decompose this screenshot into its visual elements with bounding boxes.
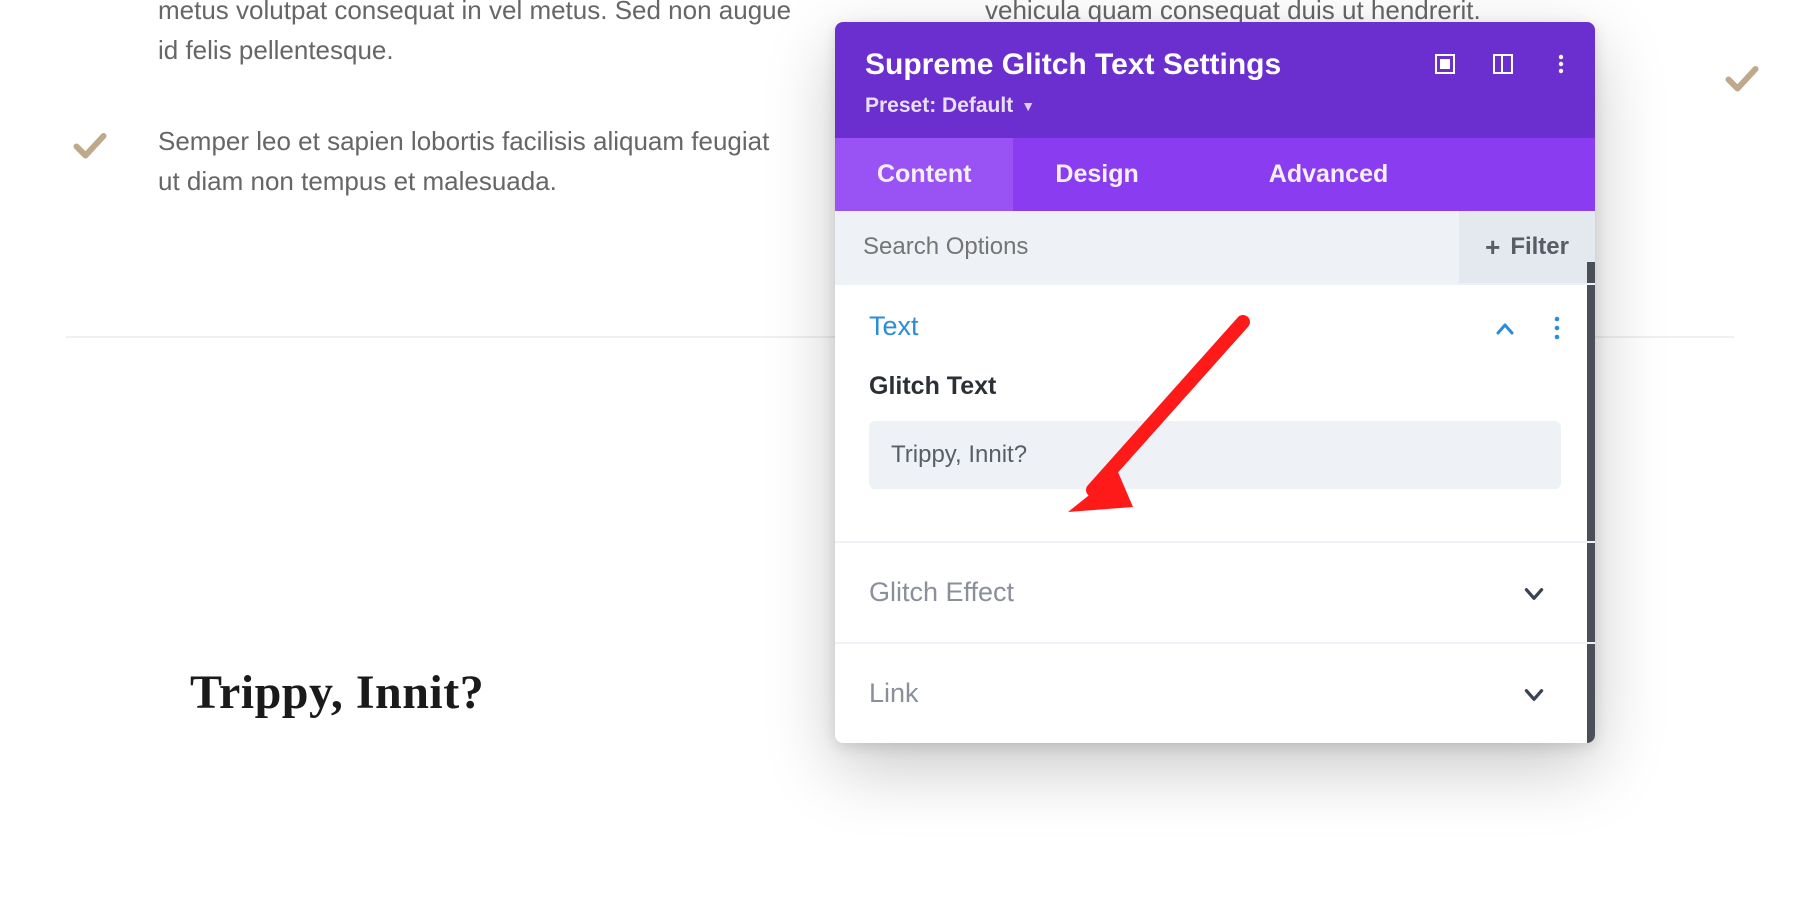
tab-advanced[interactable]: Advanced xyxy=(1227,138,1430,211)
filter-label: Filter xyxy=(1510,233,1569,261)
plus-icon: + xyxy=(1485,234,1500,260)
preset-label: Preset: Default xyxy=(865,94,1013,118)
preset-selector[interactable]: Preset: Default ▼ xyxy=(865,94,1565,118)
chevron-down-icon xyxy=(1521,581,1547,607)
more-options-icon[interactable] xyxy=(1549,52,1573,76)
tab-design[interactable]: Design xyxy=(1013,138,1180,211)
chevron-up-icon[interactable] xyxy=(1493,317,1517,341)
section-link-title: Link xyxy=(869,678,1561,709)
panel-header[interactable]: Supreme Glitch Text Settings Preset: Def… xyxy=(835,22,1595,138)
check-icon xyxy=(72,127,108,163)
search-filter-row: + Filter xyxy=(835,211,1595,283)
paragraph-text: metus volutpat consequat in vel metus. S… xyxy=(158,0,798,71)
section-text: Text Glitch Text xyxy=(835,283,1595,541)
section-more-icon[interactable] xyxy=(1553,315,1561,341)
tab-content[interactable]: Content xyxy=(835,138,1013,211)
caret-down-icon: ▼ xyxy=(1021,98,1035,114)
glitch-text-label: Glitch Text xyxy=(869,372,1561,401)
panel-layout-icon[interactable] xyxy=(1491,52,1515,76)
module-settings-panel: Supreme Glitch Text Settings Preset: Def… xyxy=(835,22,1595,743)
section-link[interactable]: Link xyxy=(835,642,1595,743)
section-text-title[interactable]: Text xyxy=(869,311,1561,342)
section-glitch-effect[interactable]: Glitch Effect xyxy=(835,541,1595,642)
filter-button[interactable]: + Filter xyxy=(1459,211,1595,283)
section-glitch-effect-title: Glitch Effect xyxy=(869,577,1561,608)
page-background-left: metus volutpat consequat in vel metus. S… xyxy=(158,0,798,201)
bullet-text: Semper leo et sapien lobortis facilisis … xyxy=(158,126,769,196)
search-options-input[interactable] xyxy=(835,211,1459,283)
glitch-text-input[interactable] xyxy=(869,421,1561,489)
chevron-down-icon xyxy=(1521,682,1547,708)
check-icon xyxy=(1724,60,1760,96)
glitch-text-preview[interactable]: Trippy, Innit? xyxy=(190,665,484,720)
settings-tabs: Content Design Advanced xyxy=(835,138,1595,211)
glitch-text: Trippy, Innit? xyxy=(190,665,484,720)
responsive-preview-icon[interactable] xyxy=(1433,52,1457,76)
